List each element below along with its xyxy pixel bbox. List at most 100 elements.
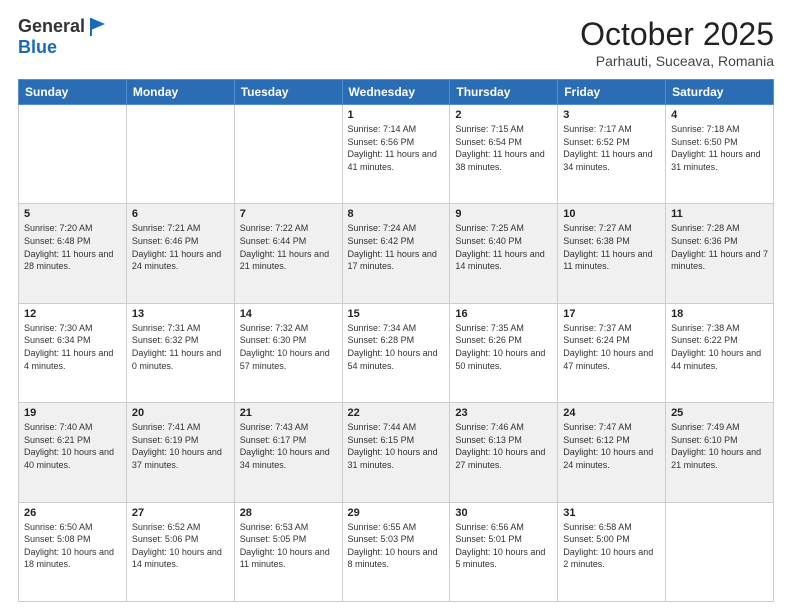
calendar-cell: 18 Sunrise: 7:38 AM Sunset: 6:22 PM Dayli… bbox=[666, 303, 774, 402]
cell-info-text: Sunrise: 7:14 AM Sunset: 6:56 PM Dayligh… bbox=[348, 123, 445, 173]
cell-date-number: 30 bbox=[455, 507, 552, 519]
cell-date-number: 20 bbox=[132, 407, 229, 419]
cell-date-number: 7 bbox=[240, 208, 337, 220]
logo-general: General bbox=[18, 17, 85, 37]
cell-date-number: 9 bbox=[455, 208, 552, 220]
cell-date-number: 2 bbox=[455, 109, 552, 121]
cell-date-number: 12 bbox=[24, 308, 121, 320]
cell-info-text: Sunrise: 7:15 AM Sunset: 6:54 PM Dayligh… bbox=[455, 123, 552, 173]
calendar-cell: 20 Sunrise: 7:41 AM Sunset: 6:19 PM Dayli… bbox=[126, 403, 234, 502]
month-title: October 2025 bbox=[580, 16, 774, 53]
cell-date-number: 15 bbox=[348, 308, 445, 320]
cell-info-text: Sunrise: 7:49 AM Sunset: 6:10 PM Dayligh… bbox=[671, 421, 768, 471]
calendar-header-saturday: Saturday bbox=[666, 80, 774, 105]
calendar-week-row: 5Sunrise: 7:20 AM Sunset: 6:48 PM Daylig… bbox=[19, 204, 774, 303]
calendar-cell: 4 Sunrise: 7:18 AM Sunset: 6:50 PM Daylig… bbox=[666, 105, 774, 204]
calendar-cell bbox=[234, 105, 342, 204]
logo-flag-icon bbox=[87, 16, 109, 38]
calendar-cell: 25 Sunrise: 7:49 AM Sunset: 6:10 PM Dayli… bbox=[666, 403, 774, 502]
cell-date-number: 24 bbox=[563, 407, 660, 419]
calendar-cell: 27 Sunrise: 6:52 AM Sunset: 5:06 PM Dayli… bbox=[126, 502, 234, 601]
calendar-week-row: 19 Sunrise: 7:40 AM Sunset: 6:21 PM Dayli… bbox=[19, 403, 774, 502]
cell-info-text: Sunrise: 7:20 AM Sunset: 6:48 PM Dayligh… bbox=[24, 222, 121, 272]
calendar-cell: 16 Sunrise: 7:35 AM Sunset: 6:26 PM Dayli… bbox=[450, 303, 558, 402]
calendar-cell: 8 Sunrise: 7:24 AM Sunset: 6:42 PM Daylig… bbox=[342, 204, 450, 303]
cell-info-text: Sunrise: 7:44 AM Sunset: 6:15 PM Dayligh… bbox=[348, 421, 445, 471]
calendar-cell: 1 Sunrise: 7:14 AM Sunset: 6:56 PM Daylig… bbox=[342, 105, 450, 204]
calendar-cell: 2 Sunrise: 7:15 AM Sunset: 6:54 PM Daylig… bbox=[450, 105, 558, 204]
calendar-cell: 31Sunrise: 6:58 AM Sunset: 5:00 PM Dayli… bbox=[558, 502, 666, 601]
calendar-cell: 28 Sunrise: 6:53 AM Sunset: 5:05 PM Dayli… bbox=[234, 502, 342, 601]
calendar-cell: 23 Sunrise: 7:46 AM Sunset: 6:13 PM Dayli… bbox=[450, 403, 558, 502]
title-block: October 2025 Parhauti, Suceava, Romania bbox=[580, 16, 774, 69]
cell-date-number: 27 bbox=[132, 507, 229, 519]
cell-date-number: 29 bbox=[348, 507, 445, 519]
calendar-cell bbox=[19, 105, 127, 204]
calendar-cell: 21Sunrise: 7:43 AM Sunset: 6:17 PM Dayli… bbox=[234, 403, 342, 502]
cell-info-text: Sunrise: 7:18 AM Sunset: 6:50 PM Dayligh… bbox=[671, 123, 768, 173]
calendar-week-row: 1 Sunrise: 7:14 AM Sunset: 6:56 PM Daylig… bbox=[19, 105, 774, 204]
calendar-header-friday: Friday bbox=[558, 80, 666, 105]
cell-date-number: 25 bbox=[671, 407, 768, 419]
calendar: SundayMondayTuesdayWednesdayThursdayFrid… bbox=[18, 79, 774, 602]
cell-date-number: 31 bbox=[563, 507, 660, 519]
calendar-header-thursday: Thursday bbox=[450, 80, 558, 105]
calendar-week-row: 26 Sunrise: 6:50 AM Sunset: 5:08 PM Dayli… bbox=[19, 502, 774, 601]
cell-info-text: Sunrise: 6:55 AM Sunset: 5:03 PM Dayligh… bbox=[348, 521, 445, 571]
calendar-cell: 12 Sunrise: 7:30 AM Sunset: 6:34 PM Dayli… bbox=[19, 303, 127, 402]
cell-date-number: 21 bbox=[240, 407, 337, 419]
cell-date-number: 8 bbox=[348, 208, 445, 220]
calendar-cell: 5Sunrise: 7:20 AM Sunset: 6:48 PM Daylig… bbox=[19, 204, 127, 303]
cell-info-text: Sunrise: 7:24 AM Sunset: 6:42 PM Dayligh… bbox=[348, 222, 445, 272]
cell-date-number: 23 bbox=[455, 407, 552, 419]
cell-info-text: Sunrise: 7:22 AM Sunset: 6:44 PM Dayligh… bbox=[240, 222, 337, 272]
page: General Blue October 2025 Parhauti, Suce… bbox=[0, 0, 792, 612]
cell-date-number: 10 bbox=[563, 208, 660, 220]
cell-info-text: Sunrise: 7:38 AM Sunset: 6:22 PM Dayligh… bbox=[671, 322, 768, 372]
calendar-cell: 24 Sunrise: 7:47 AM Sunset: 6:12 PM Dayli… bbox=[558, 403, 666, 502]
cell-info-text: Sunrise: 6:52 AM Sunset: 5:06 PM Dayligh… bbox=[132, 521, 229, 571]
cell-info-text: Sunrise: 6:53 AM Sunset: 5:05 PM Dayligh… bbox=[240, 521, 337, 571]
calendar-cell: 22Sunrise: 7:44 AM Sunset: 6:15 PM Dayli… bbox=[342, 403, 450, 502]
cell-info-text: Sunrise: 7:30 AM Sunset: 6:34 PM Dayligh… bbox=[24, 322, 121, 372]
cell-date-number: 28 bbox=[240, 507, 337, 519]
cell-date-number: 4 bbox=[671, 109, 768, 121]
cell-info-text: Sunrise: 7:17 AM Sunset: 6:52 PM Dayligh… bbox=[563, 123, 660, 173]
calendar-cell: 30 Sunrise: 6:56 AM Sunset: 5:01 PM Dayli… bbox=[450, 502, 558, 601]
cell-info-text: Sunrise: 7:47 AM Sunset: 6:12 PM Dayligh… bbox=[563, 421, 660, 471]
calendar-cell: 6Sunrise: 7:21 AM Sunset: 6:46 PM Daylig… bbox=[126, 204, 234, 303]
cell-info-text: Sunrise: 7:35 AM Sunset: 6:26 PM Dayligh… bbox=[455, 322, 552, 372]
cell-date-number: 18 bbox=[671, 308, 768, 320]
calendar-cell: 10 Sunrise: 7:27 AM Sunset: 6:38 PM Dayli… bbox=[558, 204, 666, 303]
calendar-header-tuesday: Tuesday bbox=[234, 80, 342, 105]
calendar-cell: 29 Sunrise: 6:55 AM Sunset: 5:03 PM Dayli… bbox=[342, 502, 450, 601]
calendar-header-wednesday: Wednesday bbox=[342, 80, 450, 105]
calendar-cell: 7 Sunrise: 7:22 AM Sunset: 6:44 PM Daylig… bbox=[234, 204, 342, 303]
cell-info-text: Sunrise: 7:27 AM Sunset: 6:38 PM Dayligh… bbox=[563, 222, 660, 272]
calendar-cell: 14Sunrise: 7:32 AM Sunset: 6:30 PM Dayli… bbox=[234, 303, 342, 402]
cell-date-number: 19 bbox=[24, 407, 121, 419]
calendar-cell: 19 Sunrise: 7:40 AM Sunset: 6:21 PM Dayli… bbox=[19, 403, 127, 502]
calendar-cell: 11Sunrise: 7:28 AM Sunset: 6:36 PM Dayli… bbox=[666, 204, 774, 303]
cell-info-text: Sunrise: 7:34 AM Sunset: 6:28 PM Dayligh… bbox=[348, 322, 445, 372]
cell-date-number: 16 bbox=[455, 308, 552, 320]
calendar-cell bbox=[666, 502, 774, 601]
cell-info-text: Sunrise: 7:28 AM Sunset: 6:36 PM Dayligh… bbox=[671, 222, 768, 272]
calendar-header-row: SundayMondayTuesdayWednesdayThursdayFrid… bbox=[19, 80, 774, 105]
calendar-cell bbox=[126, 105, 234, 204]
cell-date-number: 13 bbox=[132, 308, 229, 320]
calendar-cell: 9Sunrise: 7:25 AM Sunset: 6:40 PM Daylig… bbox=[450, 204, 558, 303]
cell-info-text: Sunrise: 7:21 AM Sunset: 6:46 PM Dayligh… bbox=[132, 222, 229, 272]
cell-info-text: Sunrise: 7:41 AM Sunset: 6:19 PM Dayligh… bbox=[132, 421, 229, 471]
calendar-cell: 13Sunrise: 7:31 AM Sunset: 6:32 PM Dayli… bbox=[126, 303, 234, 402]
location: Parhauti, Suceava, Romania bbox=[580, 53, 774, 69]
cell-info-text: Sunrise: 7:40 AM Sunset: 6:21 PM Dayligh… bbox=[24, 421, 121, 471]
cell-date-number: 26 bbox=[24, 507, 121, 519]
cell-date-number: 14 bbox=[240, 308, 337, 320]
calendar-week-row: 12 Sunrise: 7:30 AM Sunset: 6:34 PM Dayli… bbox=[19, 303, 774, 402]
cell-date-number: 1 bbox=[348, 109, 445, 121]
cell-info-text: Sunrise: 7:46 AM Sunset: 6:13 PM Dayligh… bbox=[455, 421, 552, 471]
cell-info-text: Sunrise: 6:50 AM Sunset: 5:08 PM Dayligh… bbox=[24, 521, 121, 571]
cell-info-text: Sunrise: 6:56 AM Sunset: 5:01 PM Dayligh… bbox=[455, 521, 552, 571]
header: General Blue October 2025 Parhauti, Suce… bbox=[18, 16, 774, 69]
